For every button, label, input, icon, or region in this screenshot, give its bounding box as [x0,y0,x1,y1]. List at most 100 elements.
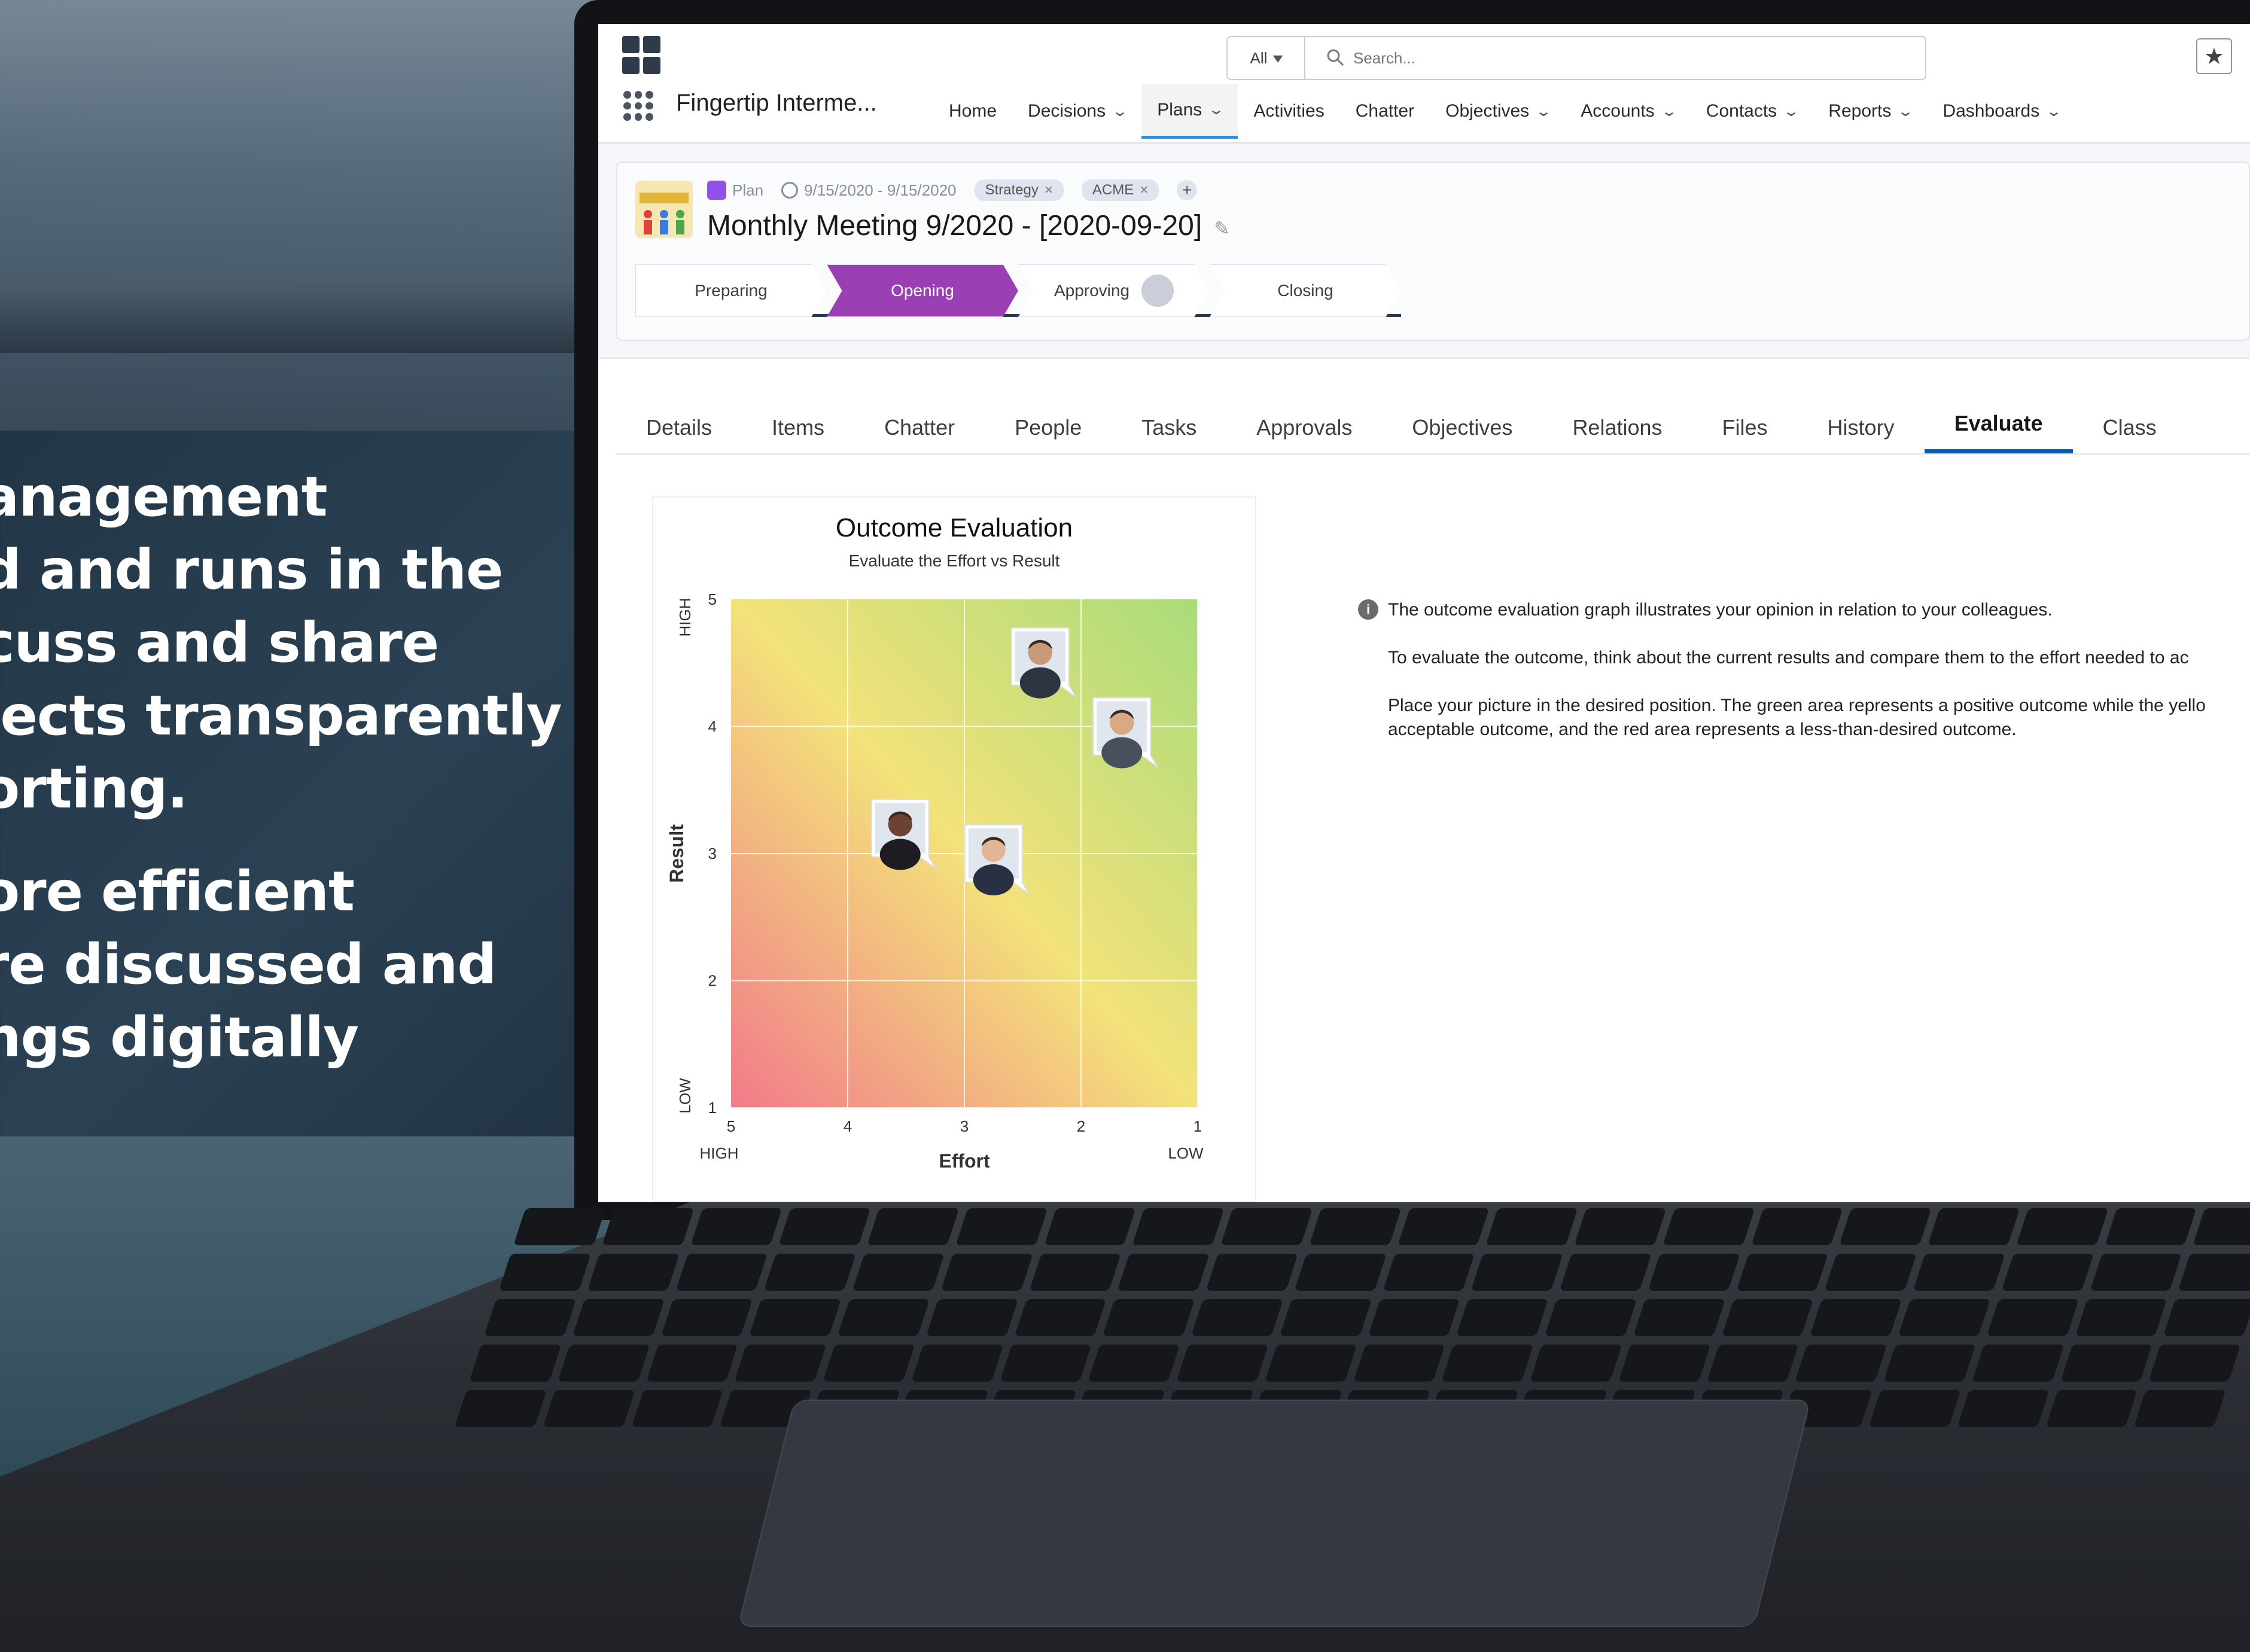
edit-pencil-icon[interactable]: ✎ [1214,218,1230,239]
search-input[interactable] [1305,37,1925,79]
chart-title: Outcome Evaluation [835,513,1073,542]
chevron-down-icon[interactable]: ⌄ [2045,103,2062,120]
path-step-opening[interactable]: Opening [827,264,1018,317]
chevron-down-icon[interactable]: ⌄ [1535,103,1552,120]
nav-item-activities[interactable]: Activities [1238,84,1339,139]
tab-objectives[interactable]: Objectives [1382,389,1542,453]
keyboard-key [1383,1254,1475,1291]
keyboard-key [940,1254,1033,1291]
keyboard-key [587,1254,680,1291]
remove-tag-icon[interactable]: × [1140,182,1148,198]
keyboard-key [999,1345,1092,1382]
user-avatar-marker[interactable] [1092,697,1159,769]
x-tick-label: 4 [844,1117,852,1135]
keyboard-key [823,1345,915,1382]
remove-tag-icon[interactable]: × [1045,182,1053,198]
path-step-approving[interactable]: Approving [1018,264,1210,317]
keyboard-key [925,1299,1018,1336]
chevron-down-icon[interactable]: ⌄ [1208,101,1225,118]
tab-people[interactable]: People [985,389,1112,453]
x-axis-label: Effort [939,1150,990,1172]
keyboard-key [1824,1254,1917,1291]
tag-pill[interactable]: ACME × [1081,179,1159,201]
tag-label: ACME [1092,182,1134,198]
keyboard-key [1088,1345,1180,1382]
tab-files[interactable]: Files [1692,389,1798,453]
chevron-down-icon[interactable]: ⌄ [1112,103,1128,120]
record-header: Plan 9/15/2020 - 9/15/2020 Strategy × ACM… [598,144,2250,359]
marketing-line: re discussed and [0,932,497,996]
user-avatar-marker[interactable] [1010,627,1077,699]
record-meta: Plan 9/15/2020 - 9/15/2020 Strategy × ACM… [707,179,1198,201]
chevron-down-icon[interactable]: ⌄ [1661,103,1677,120]
nav-item-home[interactable]: Home [933,84,1012,139]
path-step-closing[interactable]: Closing [1210,264,1401,317]
keyboard-key [2193,1208,2250,1245]
keyboard [384,1208,2250,1427]
user-avatar-marker[interactable] [964,824,1030,895]
tab-evaluate[interactable]: Evaluate [1924,389,2073,453]
keyboard-key [763,1254,856,1291]
y-axis-label: Result [666,824,687,883]
status-path: Preparing Opening Approving Closing [635,264,1401,317]
tab-relations[interactable]: Relations [1542,389,1692,453]
app-launcher-icon[interactable] [623,91,653,121]
org-logo[interactable] [622,36,660,74]
nav-item-label: Contacts [1706,101,1777,121]
add-tag-icon[interactable]: + [1177,180,1198,200]
keyboard-key [1750,1208,1843,1245]
nav-item-label: Objectives [1445,101,1530,121]
keyboard-key [1736,1254,1829,1291]
record-type: Plan [732,181,764,199]
record-dates: 9/15/2020 - 9/15/2020 [804,181,957,199]
nav-item-accounts[interactable]: Accounts ⌄ [1565,84,1691,139]
nav-item-chatter[interactable]: Chatter [1340,84,1430,139]
nav-item-decisions[interactable]: Decisions ⌄ [1012,84,1141,139]
keyboard-key [1706,1345,1799,1382]
y-tick-label: 1 [708,1099,717,1117]
keyboard-key [1810,1299,1902,1336]
nav-item-objectives[interactable]: Objectives ⌄ [1430,84,1565,139]
x-tick-label: 2 [1077,1117,1085,1135]
keyboard-key [1928,1208,2020,1245]
search-scope-select[interactable]: All ▾ [1228,37,1305,79]
tab-items[interactable]: Items [742,389,854,453]
nav-item-contacts[interactable]: Contacts ⌄ [1691,84,1813,139]
x-end-label-high: HIGH [700,1144,739,1162]
keyboard-key [778,1208,871,1245]
path-step-preparing[interactable]: Preparing [635,264,827,317]
keyboard-key [955,1208,1048,1245]
tab-tasks[interactable]: Tasks [1112,389,1226,453]
nav-item-label: Plans [1157,99,1202,120]
evaluation-info: i The outcome evaluation graph illustrate… [1358,598,2243,766]
outcome-evaluation-chart[interactable]: 5 4 3 2 1 1 2 3 4 5 HIGH LOW Effort Result HIGH LOW [653,575,1258,1197]
keyboard-key [2001,1254,2094,1291]
keyboard-key [749,1299,842,1336]
keyboard-key [675,1254,768,1291]
keyboard-key [1470,1254,1563,1291]
tab-history[interactable]: History [1798,389,1925,453]
chevron-down-icon[interactable]: ⌄ [1783,103,1800,120]
tab-approvals[interactable]: Approvals [1226,389,1382,453]
favorites-star-icon[interactable]: ★ [2196,38,2232,74]
tag-pill[interactable]: Strategy × [974,179,1064,201]
nav-item-label: Home [949,101,997,121]
tab-details[interactable]: Details [616,389,742,453]
tab-class[interactable]: Class [2073,389,2187,453]
nav-item-label: Decisions [1028,101,1106,121]
tab-chatter[interactable]: Chatter [854,389,985,453]
screen: All ▾ ★ Fingertip Interme... Home Decisio… [598,24,2250,1202]
keyboard-key [1559,1254,1652,1291]
keyboard-key [852,1254,945,1291]
user-avatar-marker[interactable] [870,798,937,870]
nav-item-plans[interactable]: Plans ⌄ [1141,84,1238,139]
info-text: The outcome evaluation graph illustrates… [1388,600,2053,620]
keyboard-key [2178,1254,2250,1291]
keyboard-key [1957,1390,2050,1427]
record-title: Monthly Meeting 9/2020 - [2020-09-20] ✎ [707,209,1230,242]
approver-avatar-icon[interactable] [1141,275,1174,307]
nav-item-dashboards[interactable]: Dashboards ⌄ [1927,84,2075,139]
chevron-down-icon[interactable]: ⌄ [1897,103,1914,120]
nav-item-reports[interactable]: Reports ⌄ [1813,84,1927,139]
marketing-text: anagement d and runs in the cuss and sha… [0,461,562,1074]
